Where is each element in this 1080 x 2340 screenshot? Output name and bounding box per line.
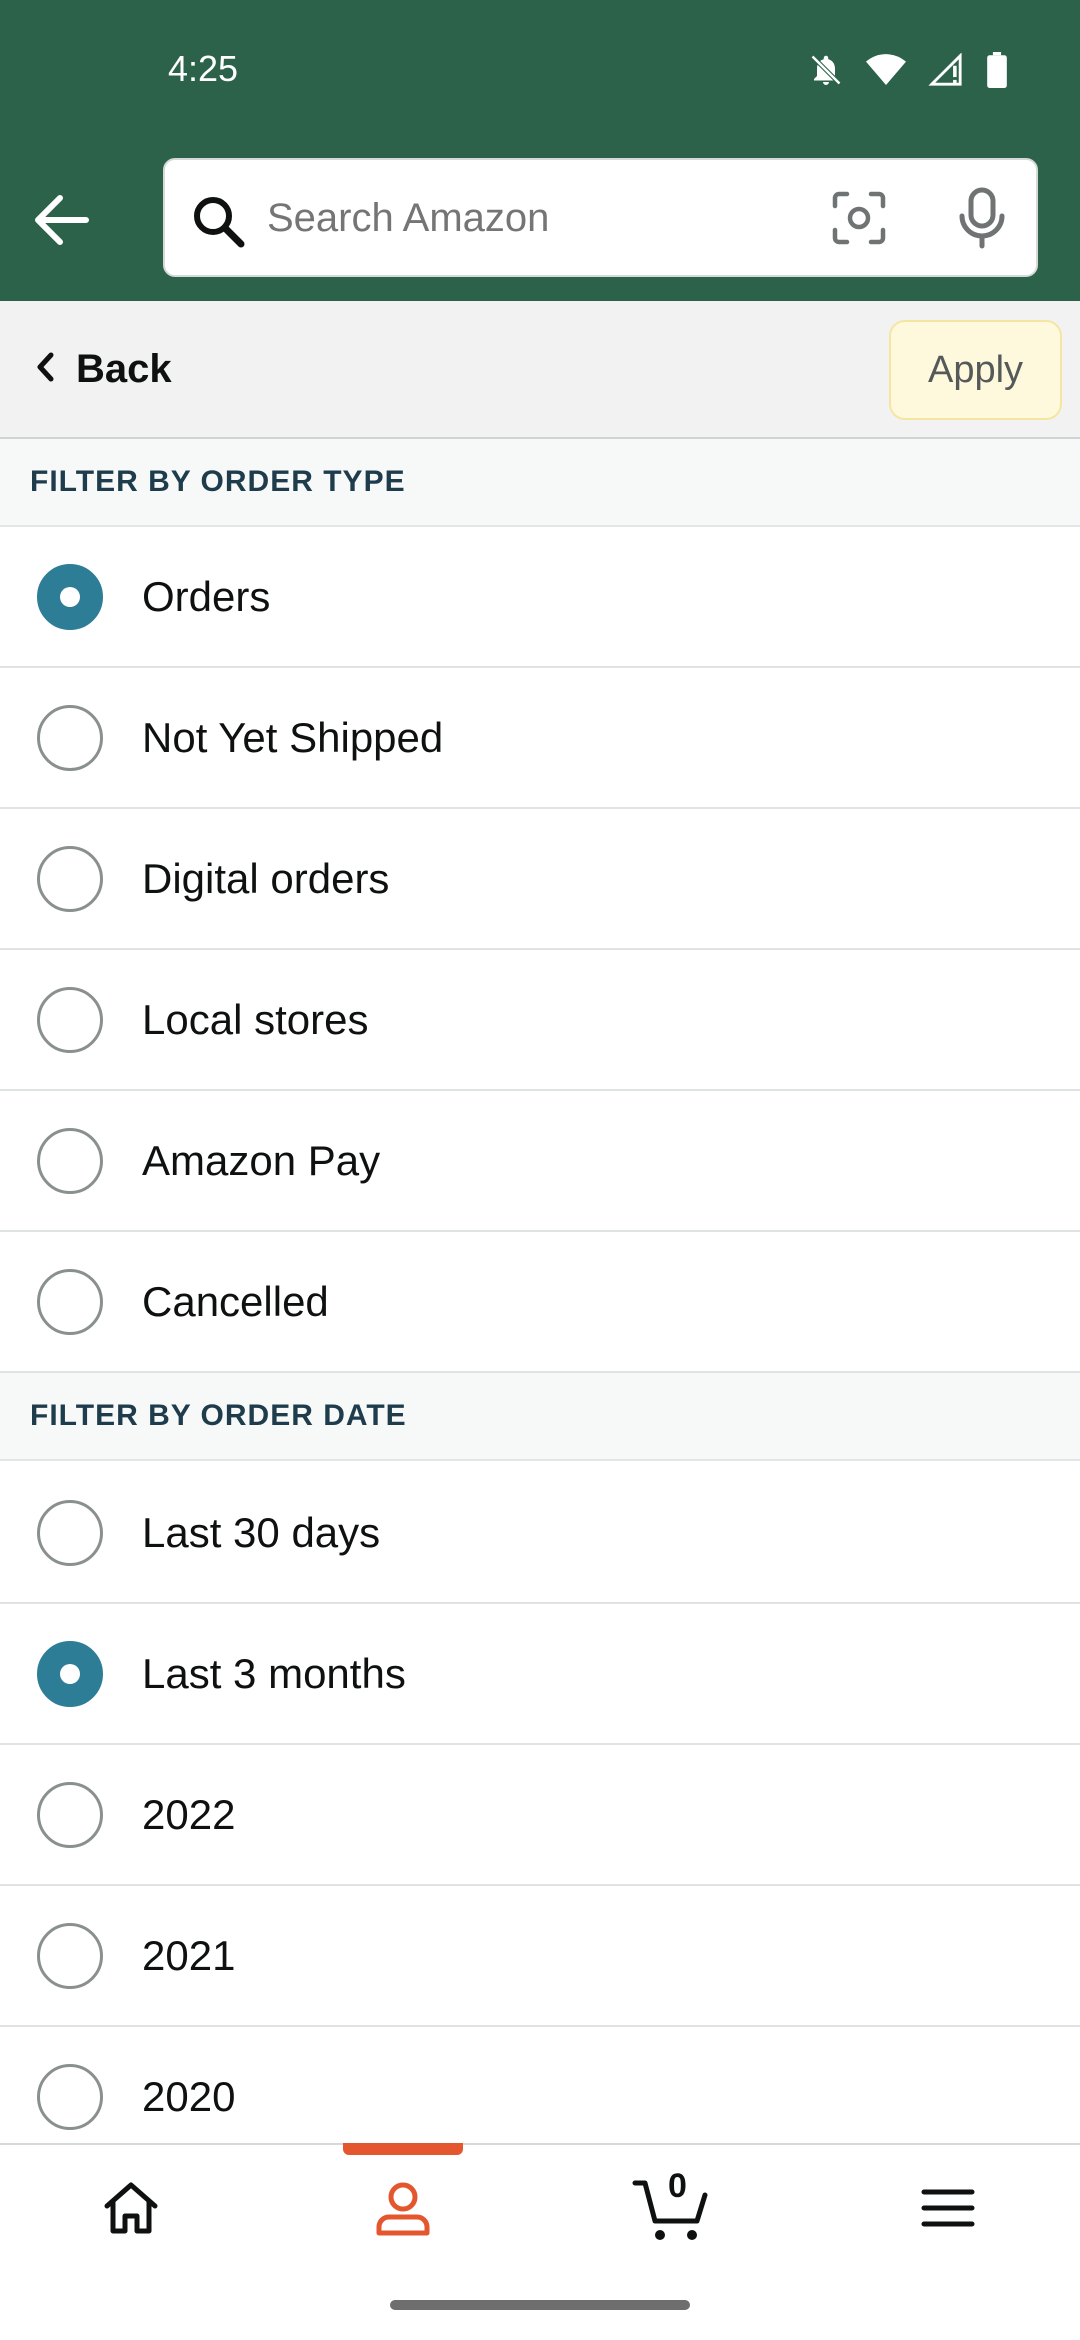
option-not-yet-shipped[interactable]: Not Yet Shipped: [0, 668, 1080, 809]
active-tab-indicator: [343, 2143, 463, 2155]
cart-count: 0: [668, 2167, 687, 2205]
wifi-icon: [866, 53, 906, 92]
status-icons: [808, 52, 1008, 93]
option-label: 2022: [142, 1791, 236, 1838]
order-date-options: Last 30 days Last 3 months 2022 2021 202…: [0, 1463, 1080, 2168]
radio-button[interactable]: [37, 846, 103, 912]
option-2021[interactable]: 2021: [0, 1886, 1080, 2027]
camera-icon[interactable]: [831, 190, 887, 251]
option-label: Not Yet Shipped: [142, 714, 444, 761]
status-time: 4:25: [168, 48, 239, 89]
battery-icon: [986, 52, 1008, 93]
option-label: Digital orders: [142, 855, 390, 902]
back-arrow-icon[interactable]: [30, 190, 92, 250]
nav-menu[interactable]: [888, 2145, 1008, 2275]
radio-button[interactable]: [37, 564, 103, 630]
option-label: Amazon Pay: [142, 1137, 381, 1184]
radio-button[interactable]: [37, 987, 103, 1053]
radio-button[interactable]: [37, 1500, 103, 1566]
home-icon: [102, 2180, 160, 2241]
radio-button[interactable]: [37, 705, 103, 771]
nav-home[interactable]: [71, 2145, 191, 2275]
menu-icon: [921, 2187, 975, 2234]
back-button[interactable]: Back: [36, 347, 172, 392]
notifications-off-icon: [808, 52, 844, 93]
option-label: Last 3 months: [142, 1650, 406, 1697]
option-digital-orders[interactable]: Digital orders: [0, 809, 1080, 950]
radio-button[interactable]: [37, 1641, 103, 1707]
cart-icon: 0: [632, 2167, 712, 2245]
option-orders[interactable]: Orders: [0, 527, 1080, 668]
search-input[interactable]: [265, 182, 789, 254]
order-type-options: Orders Not Yet Shipped Digital orders Lo…: [0, 527, 1080, 1373]
chevron-left-icon: [36, 352, 54, 387]
filter-action-bar: Back Apply: [0, 301, 1080, 439]
section-header-order-date: FILTER BY ORDER DATE: [0, 1373, 1080, 1461]
microphone-icon[interactable]: [957, 186, 1007, 255]
option-label: 2020: [142, 2073, 236, 2120]
radio-button[interactable]: [37, 1128, 103, 1194]
search-icon: [191, 194, 245, 253]
app-header: 4:25: [0, 0, 1080, 301]
option-label: Cancelled: [142, 1278, 329, 1325]
option-2022[interactable]: 2022: [0, 1745, 1080, 1886]
option-local-stores[interactable]: Local stores: [0, 950, 1080, 1091]
option-cancelled[interactable]: Cancelled: [0, 1232, 1080, 1373]
signal-icon: [928, 52, 964, 92]
option-label: Last 30 days: [142, 1509, 381, 1556]
option-label: Local stores: [142, 996, 369, 1043]
nav-account[interactable]: [343, 2145, 463, 2275]
section-header-order-type: FILTER BY ORDER TYPE: [0, 439, 1080, 527]
option-last-3-months[interactable]: Last 3 months: [0, 1604, 1080, 1745]
option-amazon-pay[interactable]: Amazon Pay: [0, 1091, 1080, 1232]
option-last-30-days[interactable]: Last 30 days: [0, 1463, 1080, 1604]
radio-button[interactable]: [37, 1923, 103, 1989]
back-label: Back: [76, 347, 172, 391]
option-label: Orders: [142, 573, 271, 620]
search-box[interactable]: [163, 158, 1038, 277]
nav-cart[interactable]: 0: [612, 2145, 732, 2275]
apply-button[interactable]: Apply: [889, 320, 1062, 420]
radio-button[interactable]: [37, 1782, 103, 1848]
radio-button[interactable]: [37, 1269, 103, 1335]
radio-button[interactable]: [37, 2064, 103, 2130]
option-label: 2021: [142, 1932, 236, 1979]
account-icon: [374, 2179, 432, 2242]
home-gesture-bar[interactable]: [390, 2300, 690, 2310]
bottom-navigation: 0: [0, 2143, 1080, 2275]
